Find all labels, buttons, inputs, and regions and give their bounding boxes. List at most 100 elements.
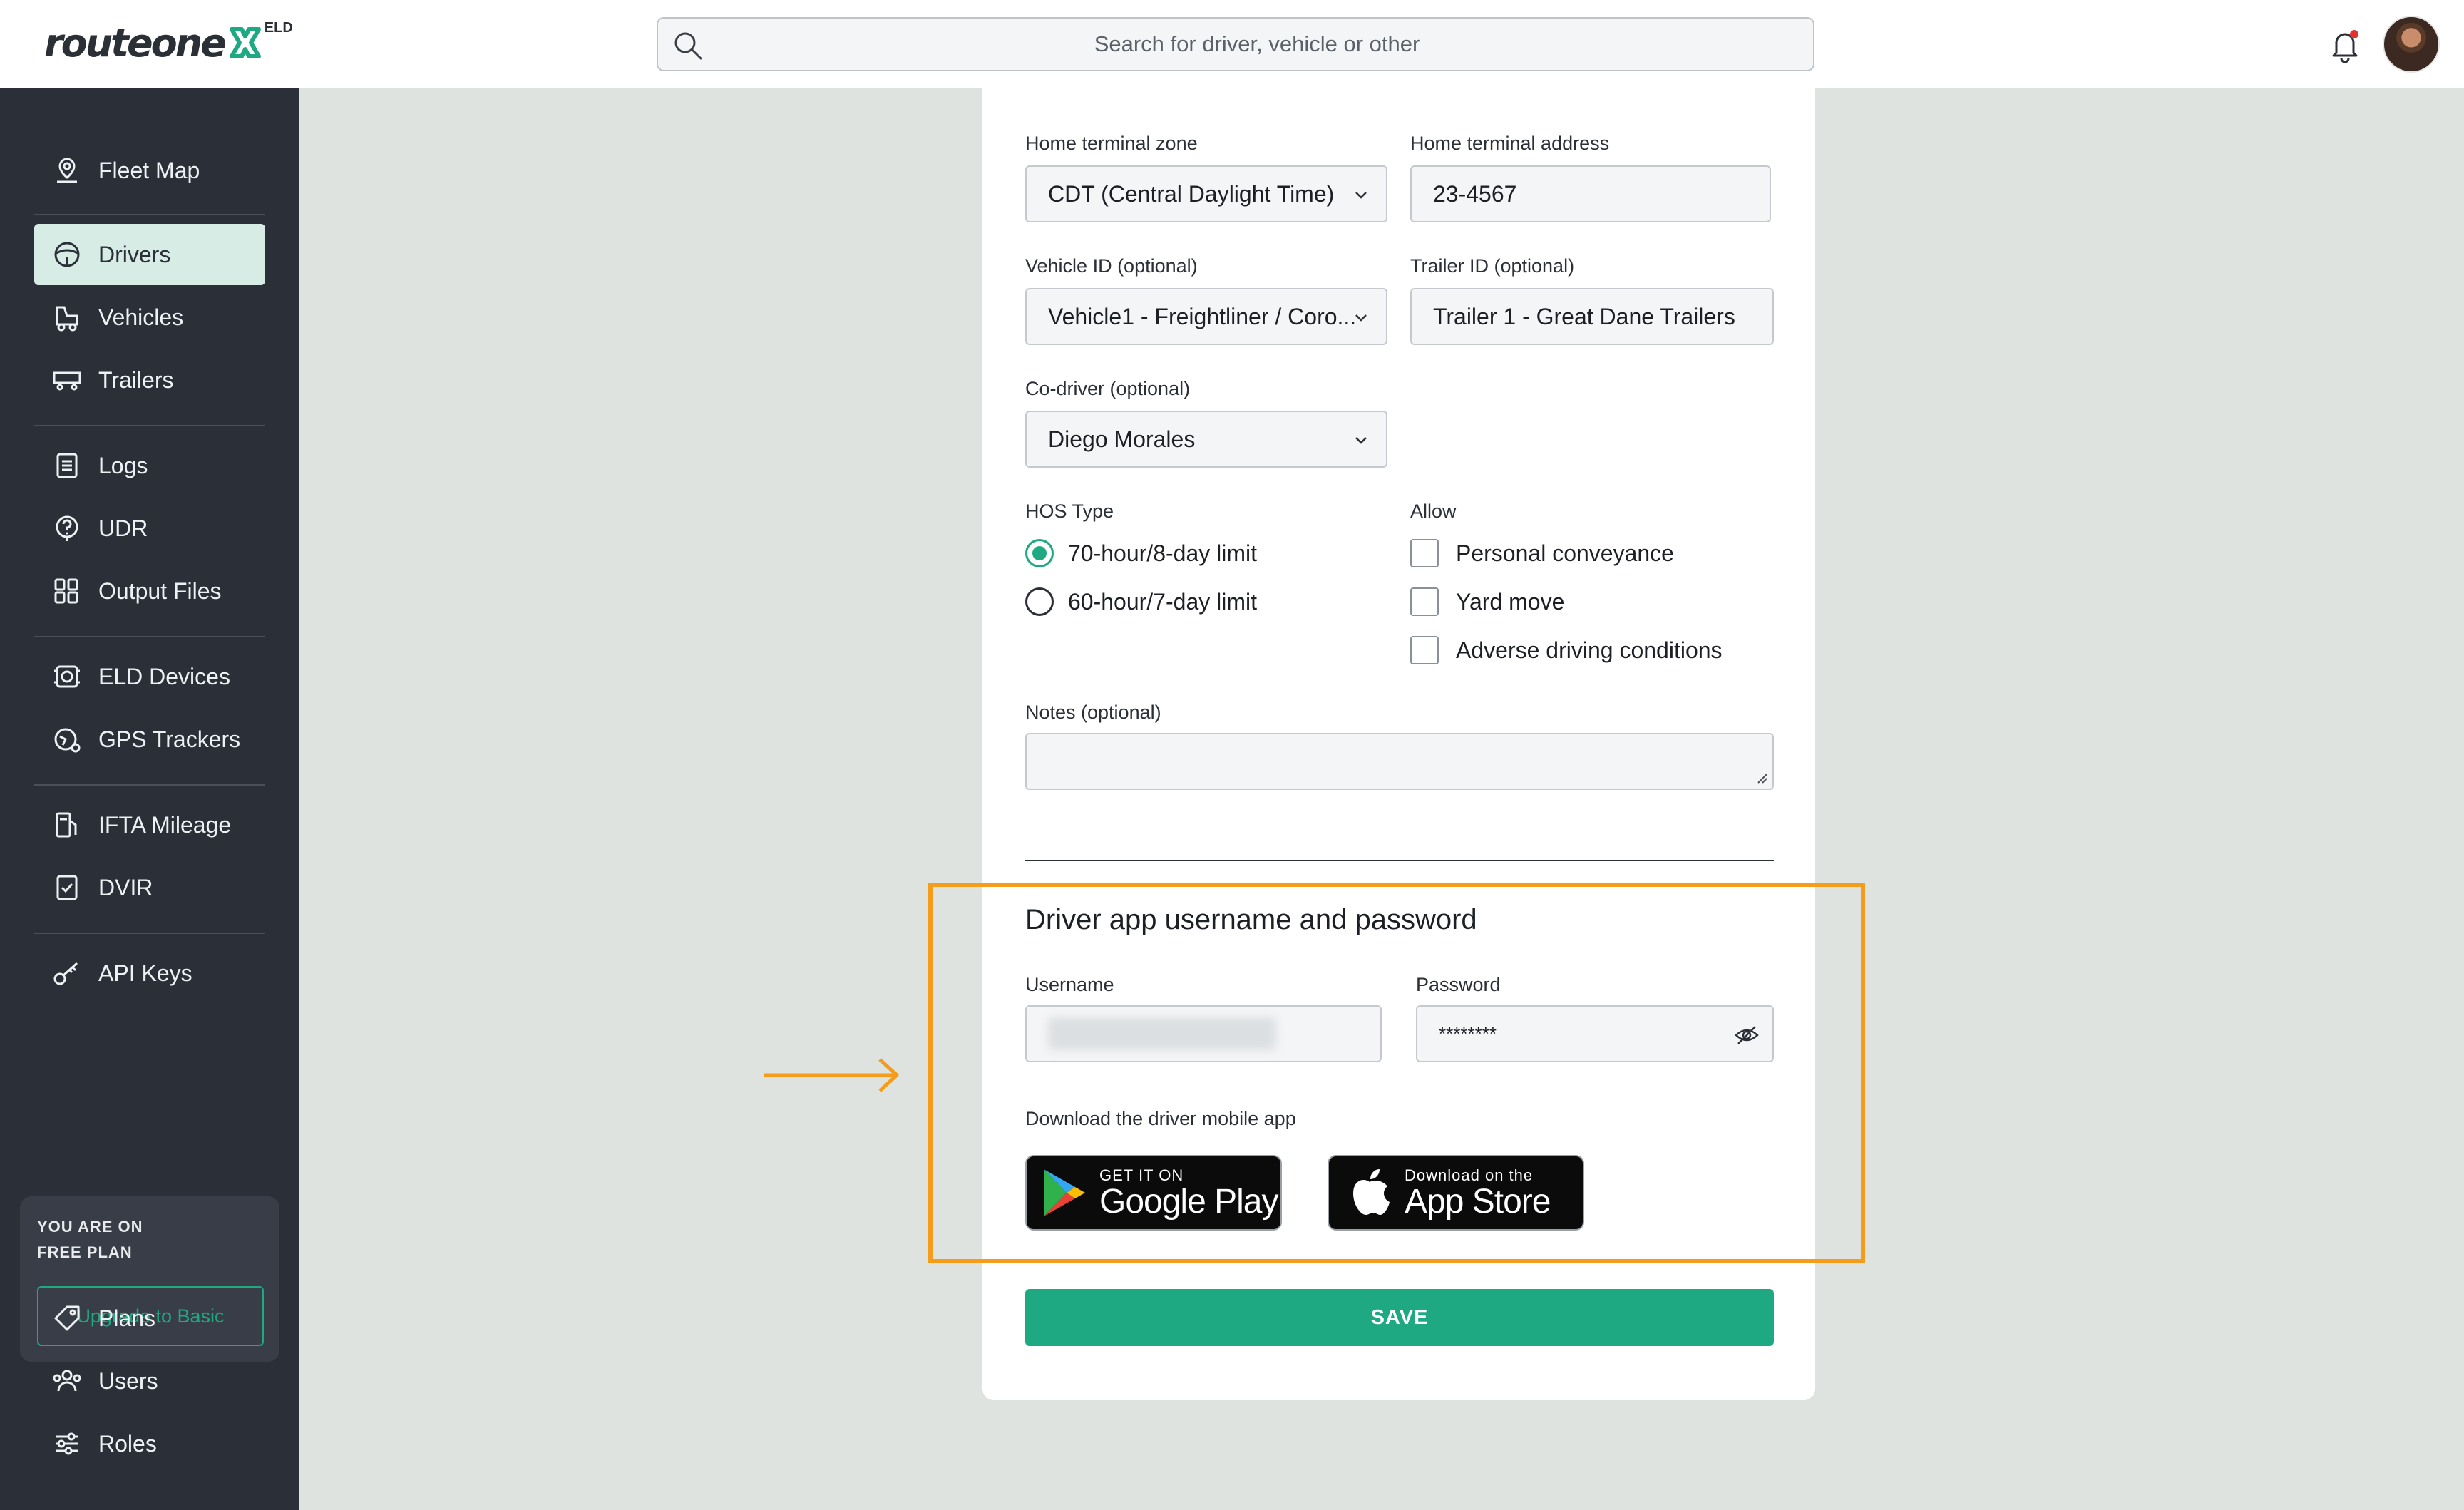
brand-name: routeone: [44, 20, 227, 66]
sidebar-item-label: Output Files: [98, 577, 222, 604]
sidebar-item-dvir[interactable]: DVIR: [34, 857, 265, 918]
sidebar-item-label: DVIR: [98, 874, 153, 900]
sidebar-item-trailers[interactable]: Trailers: [34, 349, 265, 411]
sidebar-divider: [34, 214, 265, 215]
notes-label: Notes (optional): [1025, 702, 1161, 723]
sidebar-item-plans[interactable]: Plans: [34, 1288, 265, 1349]
pointer-arrow-icon: [764, 1058, 899, 1092]
gps-icon: [54, 728, 81, 753]
trailer-icon: [53, 371, 81, 391]
vehicle-id-value: Vehicle1 - Freightliner / Coro...: [1048, 303, 1357, 329]
save-button[interactable]: SAVE: [1025, 1289, 1774, 1346]
sidebar-item-label: API Keys: [98, 960, 192, 986]
sidebar-item-ifta-mileage[interactable]: IFTA Mileage: [34, 794, 265, 856]
hos-option-60[interactable]: 60-hour/7-day limit: [1025, 587, 1257, 616]
sidebar: Fleet Map Drivers Vehicles Trailers Logs…: [0, 88, 299, 1510]
resize-handle-icon[interactable]: [1755, 771, 1768, 784]
home-terminal-zone-label: Home terminal zone: [1025, 133, 1198, 154]
home-terminal-address-value: 23-4567: [1433, 180, 1517, 207]
hos-option-70[interactable]: 70-hour/8-day limit: [1025, 539, 1257, 567]
section-divider: [1025, 860, 1774, 861]
highlight-box: [928, 883, 1865, 1263]
hos-type-label: HOS Type: [1025, 500, 1114, 522]
sidebar-item-gps-trackers[interactable]: GPS Trackers: [34, 709, 265, 770]
clipboard-icon: [56, 453, 78, 478]
radio-selected-icon[interactable]: [1025, 539, 1054, 567]
sidebar-item-label: Fleet Map: [98, 157, 200, 183]
logo-mark-icon: [229, 27, 261, 58]
allow-personal-conveyance[interactable]: Personal conveyance: [1410, 539, 1674, 567]
sidebar-item-label: Users: [98, 1367, 158, 1394]
notes-textarea[interactable]: [1025, 733, 1774, 790]
sidebar-item-label: GPS Trackers: [98, 726, 241, 752]
notification-bell-icon[interactable]: [2326, 26, 2364, 64]
sliders-icon: [56, 1432, 78, 1455]
co-driver-select[interactable]: Diego Morales: [1025, 411, 1387, 468]
chevron-down-icon: [1355, 437, 1367, 444]
allow-option-label: Personal conveyance: [1456, 540, 1674, 566]
chevron-down-icon: [1355, 192, 1367, 199]
sidebar-item-label: Plans: [98, 1305, 156, 1331]
truck-icon: [56, 306, 78, 332]
key-icon: [53, 962, 78, 985]
sidebar-item-fleet-map[interactable]: Fleet Map: [34, 140, 265, 201]
top-bar: routeone ELD: [0, 0, 2464, 88]
sidebar-divider: [34, 933, 265, 934]
search-input[interactable]: [715, 19, 1799, 70]
vehicle-id-select[interactable]: Vehicle1 - Freightliner / Coro...: [1025, 288, 1387, 345]
trailer-id-label: Trailer ID (optional): [1410, 255, 1575, 277]
trailer-id-select[interactable]: Trailer 1 - Great Dane Trailers: [1410, 288, 1774, 345]
checkbox[interactable]: [1410, 587, 1439, 616]
sidebar-item-api-keys[interactable]: API Keys: [34, 943, 265, 1004]
users-icon: [53, 1370, 81, 1392]
home-terminal-address-input[interactable]: 23-4567: [1410, 165, 1771, 222]
hos-option-label: 60-hour/7-day limit: [1068, 588, 1257, 615]
allow-label: Allow: [1410, 500, 1457, 522]
sidebar-item-label: Logs: [98, 452, 148, 478]
co-driver-label: Co-driver (optional): [1025, 378, 1191, 399]
sidebar-item-label: UDR: [98, 515, 148, 541]
plan-line-2: FREE PLAN: [37, 1243, 133, 1261]
user-avatar[interactable]: [2383, 16, 2440, 73]
sidebar-divider: [34, 784, 265, 786]
sidebar-divider: [34, 425, 265, 426]
search-bar[interactable]: [657, 17, 1814, 71]
checklist-icon: [56, 875, 78, 900]
checkbox[interactable]: [1410, 636, 1439, 664]
vehicle-id-label: Vehicle ID (optional): [1025, 255, 1198, 277]
brand-logo[interactable]: routeone ELD: [44, 14, 293, 71]
plan-line-1: YOU ARE ON: [37, 1218, 143, 1236]
sidebar-item-label: Trailers: [98, 366, 174, 393]
radio-unselected-icon[interactable]: [1025, 587, 1054, 616]
sidebar-item-logs[interactable]: Logs: [34, 435, 265, 496]
brand-badge: ELD: [264, 20, 293, 36]
sidebar-item-vehicles[interactable]: Vehicles: [34, 287, 265, 348]
sidebar-item-label: Drivers: [98, 241, 171, 267]
tag-icon: [54, 1305, 80, 1331]
sidebar-item-eld-devices[interactable]: ELD Devices: [34, 646, 265, 707]
home-terminal-zone-value: CDT (Central Daylight Time): [1048, 180, 1335, 207]
sidebar-item-output-files[interactable]: Output Files: [34, 560, 265, 622]
sidebar-divider: [34, 636, 265, 637]
home-terminal-zone-select[interactable]: CDT (Central Daylight Time): [1025, 165, 1387, 222]
co-driver-value: Diego Morales: [1048, 426, 1196, 452]
device-icon: [54, 665, 80, 688]
fuel-icon: [56, 812, 77, 838]
allow-adverse-driving[interactable]: Adverse driving conditions: [1410, 636, 1723, 664]
map-pin-icon: [57, 158, 77, 183]
allow-yard-move[interactable]: Yard move: [1410, 587, 1564, 616]
checkbox[interactable]: [1410, 539, 1439, 567]
home-terminal-address-label: Home terminal address: [1410, 133, 1610, 154]
hos-option-label: 70-hour/8-day limit: [1068, 540, 1257, 566]
sidebar-item-drivers[interactable]: Drivers: [34, 224, 265, 285]
sidebar-item-roles[interactable]: Roles: [34, 1413, 265, 1474]
grid-icon: [54, 578, 78, 604]
sidebar-item-users[interactable]: Users: [34, 1350, 265, 1412]
trailer-id-value: Trailer 1 - Great Dane Trailers: [1433, 303, 1735, 329]
question-circle-icon: [56, 515, 78, 541]
search-icon: [674, 32, 702, 60]
sidebar-item-udr[interactable]: UDR: [34, 498, 265, 559]
sidebar-item-label: Vehicles: [98, 304, 184, 330]
sidebar-item-label: IFTA Mileage: [98, 811, 232, 838]
chevron-down-icon: [1355, 314, 1367, 322]
